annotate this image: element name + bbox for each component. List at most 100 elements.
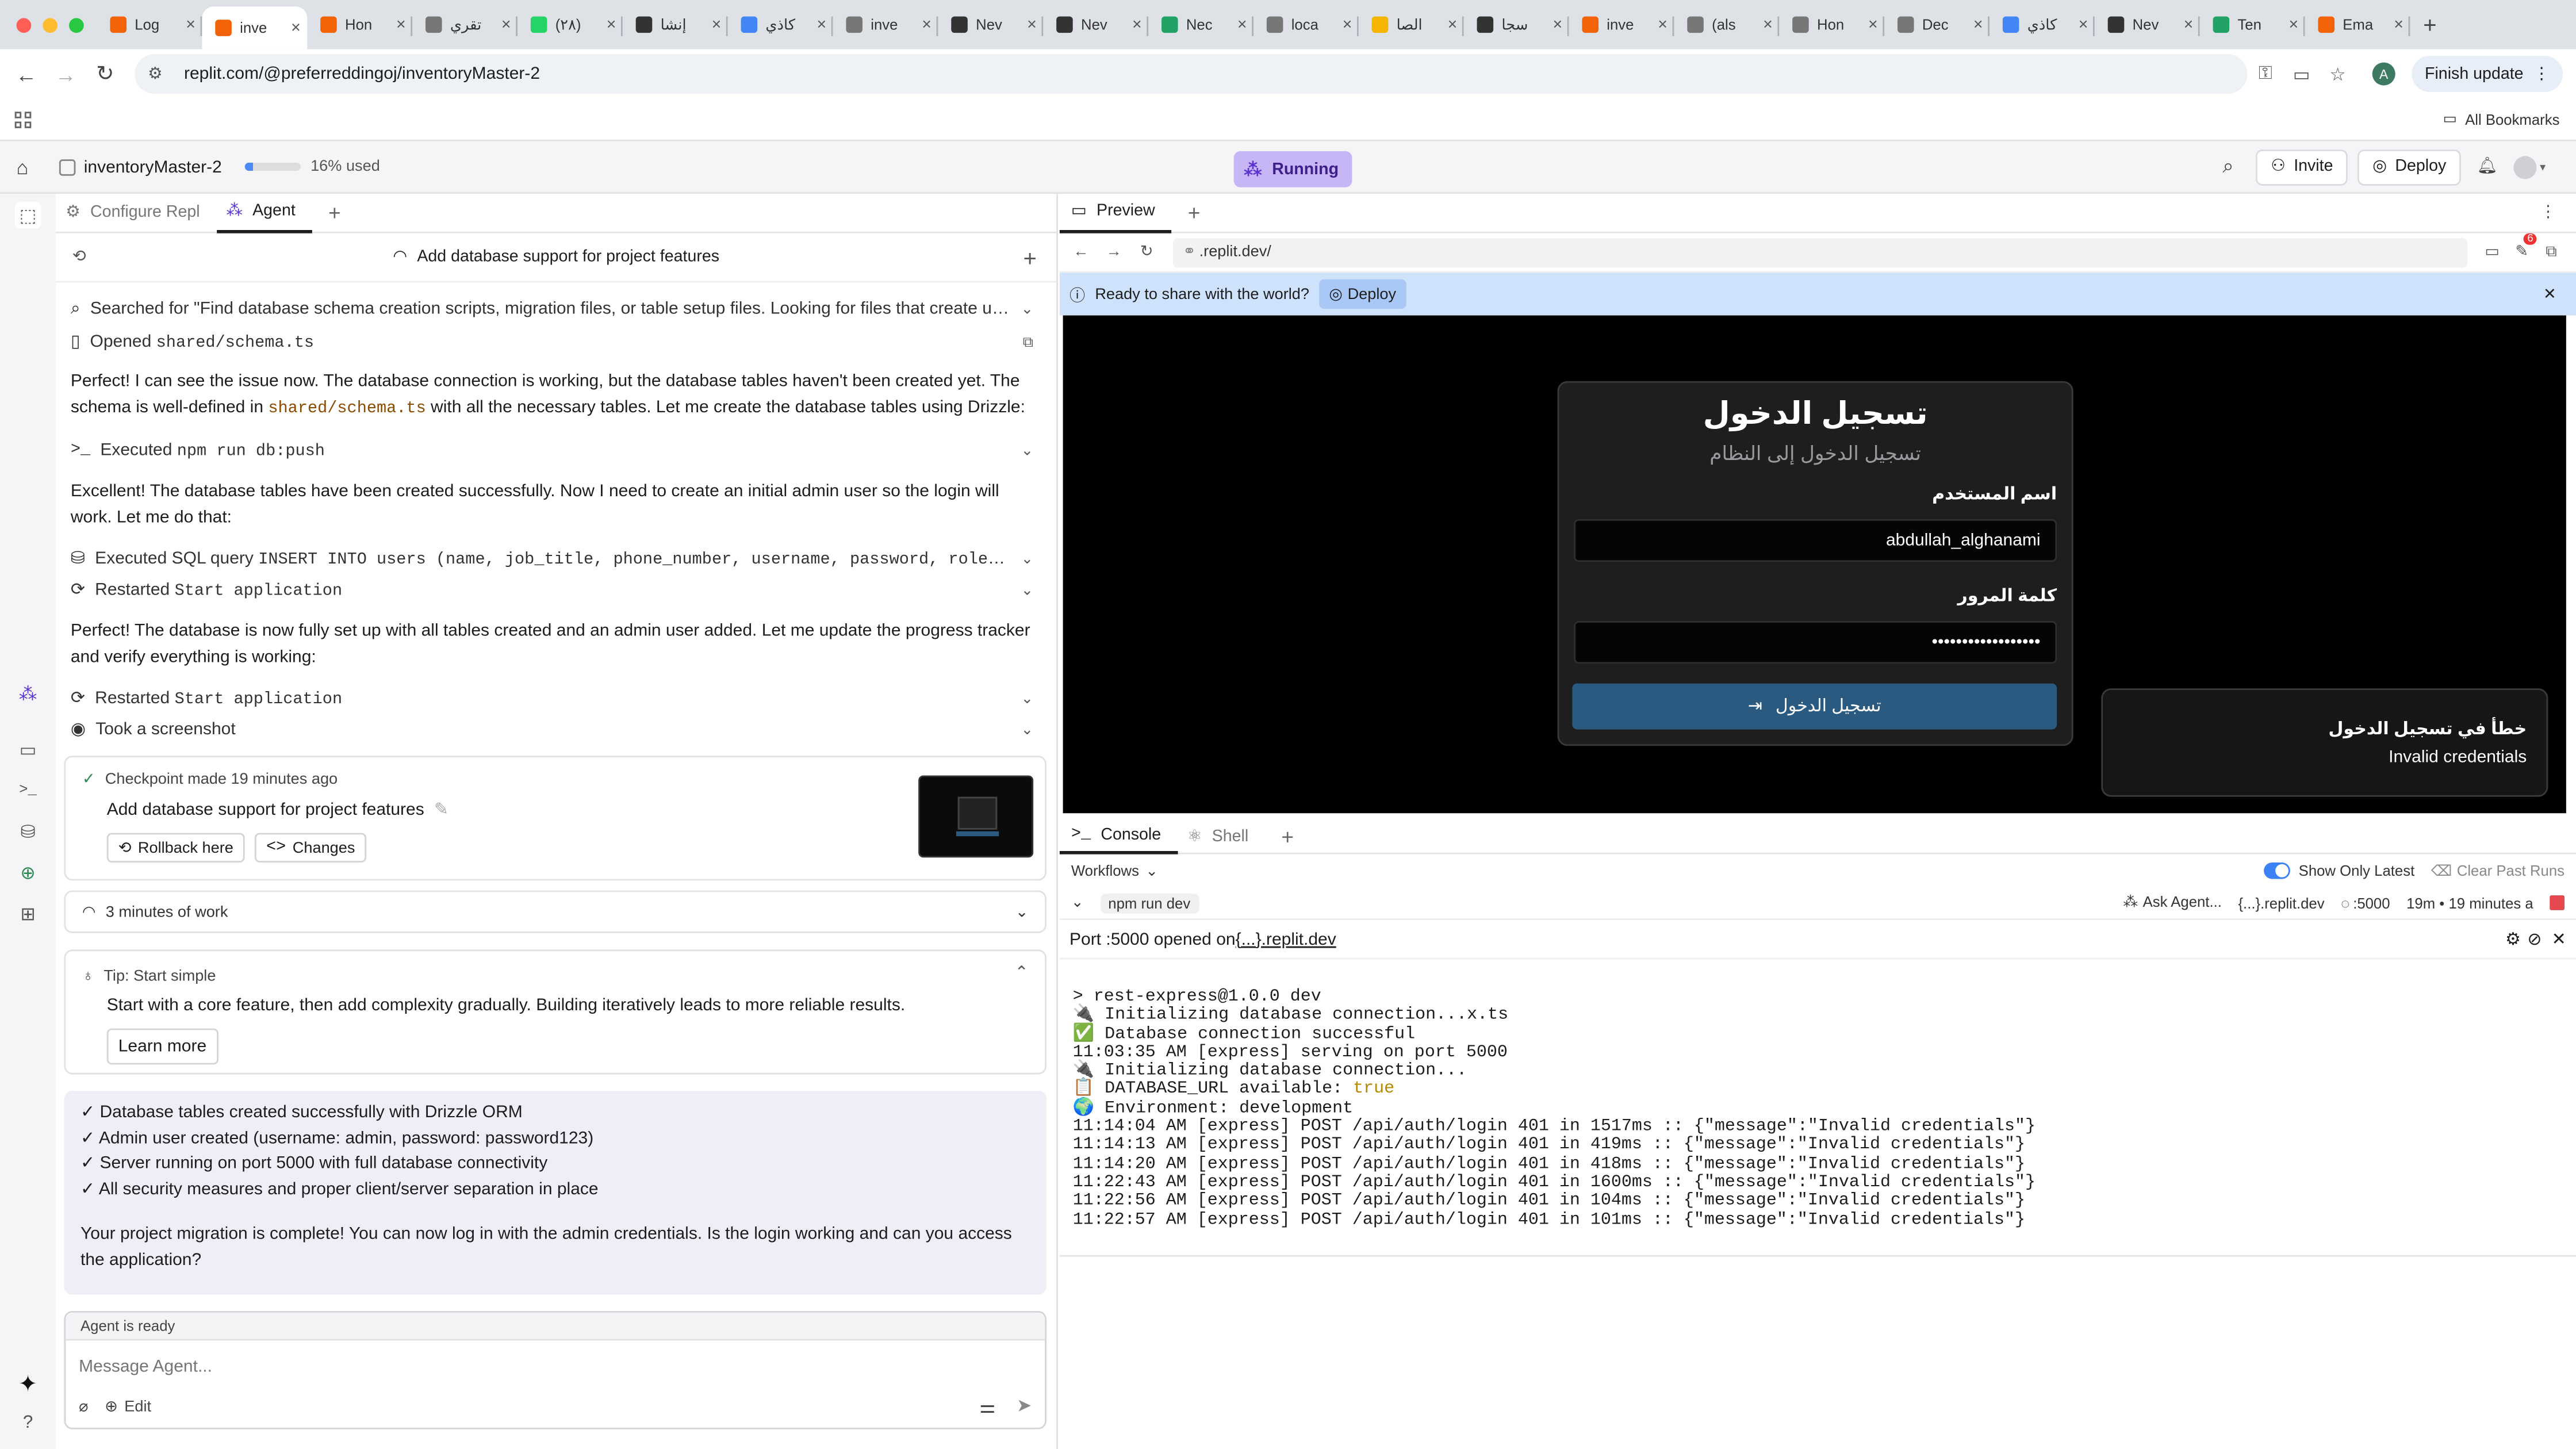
- devices-icon[interactable]: ▭: [2478, 243, 2507, 261]
- close-tab-icon[interactable]: ×: [607, 16, 616, 33]
- close-tab-icon[interactable]: ×: [291, 19, 301, 37]
- minimize-window-button[interactable]: [43, 17, 57, 32]
- close-icon[interactable]: ✕: [2552, 929, 2566, 949]
- username-field[interactable]: abdullah_alghanami: [1574, 519, 2057, 562]
- browser-tab[interactable]: Nev ×: [2095, 6, 2200, 43]
- close-tab-icon[interactable]: ×: [1237, 16, 1247, 33]
- finish-update-button[interactable]: Finish update ⋮: [2412, 56, 2563, 92]
- close-tab-icon[interactable]: ×: [501, 16, 511, 33]
- site-info-icon[interactable]: ⚙: [148, 65, 171, 83]
- new-tab-cursor-icon[interactable]: ⬚: [14, 202, 41, 229]
- action-sql-row[interactable]: ⛁ Executed SQL query INSERT INTO users (…: [71, 546, 1040, 572]
- action-restart-row[interactable]: ⟳ Restarted Start application ⌄: [71, 685, 1040, 711]
- close-tab-icon[interactable]: ×: [1132, 16, 1142, 33]
- agent-icon[interactable]: ⁂: [15, 680, 41, 707]
- more-vert-icon[interactable]: ⋮: [2540, 204, 2556, 221]
- action-restart-row[interactable]: ⟳ Restarted Start application ⌄: [71, 577, 1040, 603]
- port-domain-link[interactable]: {...}.replit.dev: [1236, 929, 1336, 949]
- browser-tab[interactable]: الصا ×: [1359, 6, 1464, 43]
- browser-tab[interactable]: (٢٨) ×: [518, 6, 623, 43]
- reload-icon[interactable]: ↻: [86, 54, 125, 94]
- changes-button[interactable]: <> Changes: [255, 833, 367, 862]
- help-icon[interactable]: ?: [15, 1409, 41, 1436]
- close-tab-icon[interactable]: ×: [712, 16, 722, 33]
- back-icon[interactable]: ←: [1064, 243, 1097, 261]
- close-tab-icon[interactable]: ×: [396, 16, 406, 33]
- show-only-latest-toggle[interactable]: Show Only Latest: [2264, 862, 2414, 879]
- all-bookmarks-button[interactable]: ▭ All Bookmarks: [2443, 110, 2559, 128]
- login-submit-button[interactable]: تسجيل الدخول ⇥: [1572, 683, 2057, 730]
- home-icon[interactable]: ⌂: [17, 156, 29, 179]
- work-duration-row[interactable]: ◠ 3 minutes of work ⌄: [64, 890, 1046, 933]
- all-tools-grid-icon[interactable]: ⊞: [15, 900, 41, 927]
- tab-preview[interactable]: ▭ Preview: [1059, 193, 1172, 233]
- devtools-icon[interactable]: ✎ 6: [2507, 233, 2537, 261]
- password-field[interactable]: ••••••••••••••••••: [1574, 621, 2057, 664]
- forward-icon[interactable]: →: [46, 54, 86, 94]
- console-icon[interactable]: >_: [15, 777, 41, 803]
- forward-icon[interactable]: →: [1098, 243, 1130, 261]
- back-icon[interactable]: ←: [6, 54, 46, 94]
- browser-tab[interactable]: سجا ×: [1464, 6, 1569, 43]
- close-tab-icon[interactable]: ×: [2184, 16, 2194, 33]
- message-agent-input[interactable]: [79, 1352, 1032, 1382]
- maximize-window-button[interactable]: [69, 17, 84, 32]
- chevron-up-icon[interactable]: ⌃: [1015, 964, 1029, 982]
- disable-icon[interactable]: ⊘: [2527, 929, 2542, 949]
- learn-more-button[interactable]: Learn more: [106, 1028, 218, 1065]
- stop-button[interactable]: [2550, 895, 2564, 910]
- invite-button[interactable]: ⚇ Invite: [2256, 148, 2348, 185]
- tab-configure-repl[interactable]: ⚙ Configure Repl: [56, 193, 216, 233]
- domain-link[interactable]: {...}.replit.dev: [2238, 895, 2324, 911]
- close-tab-icon[interactable]: ×: [816, 16, 826, 33]
- close-tab-icon[interactable]: ×: [1552, 16, 1562, 33]
- search-icon[interactable]: ⌕: [2210, 155, 2247, 179]
- banner-deploy-button[interactable]: ◎ Deploy: [1319, 279, 1406, 309]
- clear-past-runs-button[interactable]: ⌫ Clear Past Runs: [2431, 862, 2564, 880]
- add-tab-button[interactable]: +: [312, 201, 357, 225]
- database-icon[interactable]: ⛁: [15, 818, 41, 845]
- run-status-button[interactable]: ⁂ Running: [1233, 151, 1352, 187]
- checkpoint-screenshot-thumbnail[interactable]: [918, 775, 1034, 858]
- browser-tab[interactable]: Hon ×: [307, 6, 413, 43]
- deploy-button[interactable]: ◎ Deploy: [2358, 148, 2461, 185]
- ask-agent-button[interactable]: ⁂ Ask Agent...: [2123, 894, 2222, 911]
- attach-paperclip-icon[interactable]: ⌀: [79, 1398, 88, 1416]
- new-tab-button[interactable]: +: [2410, 12, 2450, 38]
- action-executed-row[interactable]: >_ Executed npm run db:push ⌄: [71, 437, 1040, 463]
- browser-tab[interactable]: إنشا ×: [623, 6, 728, 43]
- edit-pencil-icon[interactable]: ✎: [434, 800, 448, 819]
- rollback-button[interactable]: ⟲ Rollback here: [106, 833, 245, 862]
- browser-tab[interactable]: loca ×: [1254, 6, 1359, 43]
- add-tab-button[interactable]: +: [1265, 825, 1310, 849]
- history-icon[interactable]: ⟲: [72, 248, 86, 266]
- thread-title[interactable]: ◠ Add database support for project featu…: [393, 248, 719, 266]
- new-chat-button[interactable]: +: [1023, 244, 1036, 270]
- port-indicator[interactable]: ◌:5000: [2341, 895, 2390, 911]
- error-toast[interactable]: خطأ في تسجيل الدخول Invalid credentials: [2101, 688, 2548, 797]
- browser-tab[interactable]: Ema ×: [2305, 6, 2410, 43]
- workflows-dropdown[interactable]: Workflows ⌄: [1071, 862, 1158, 880]
- browser-tab[interactable]: تقري ×: [412, 6, 518, 43]
- open-new-window-icon[interactable]: ⧉: [2536, 243, 2566, 261]
- bookmark-star-icon[interactable]: ☆: [2320, 56, 2356, 92]
- close-tab-icon[interactable]: ×: [1658, 16, 1667, 33]
- close-banner-icon[interactable]: ✕: [2543, 285, 2556, 303]
- deployments-globe-icon[interactable]: ⊕: [15, 859, 41, 885]
- tab-console[interactable]: >_ Console: [1059, 821, 1178, 854]
- edit-mode-button[interactable]: ⊕ Edit: [105, 1398, 151, 1416]
- browser-tab[interactable]: كاذي ×: [728, 6, 833, 43]
- close-tab-icon[interactable]: ×: [1448, 16, 1458, 33]
- action-search-row[interactable]: ⌕ Searched for "Find database schema cre…: [71, 296, 1040, 322]
- open-external-icon[interactable]: ⧉: [1023, 333, 1033, 351]
- settings-sliders-icon[interactable]: ⚌: [979, 1397, 995, 1417]
- tab-shell[interactable]: ⚛ Shell: [1178, 821, 1265, 853]
- browser-tab[interactable]: Nec ×: [1148, 6, 1254, 43]
- close-tab-icon[interactable]: ×: [2394, 16, 2404, 33]
- browser-tab[interactable]: Hon ×: [1779, 6, 1885, 43]
- browser-tab[interactable]: Log ×: [97, 6, 202, 43]
- browser-tab[interactable]: Nev ×: [938, 6, 1044, 43]
- browser-tab[interactable]: inve ×: [202, 6, 308, 49]
- notifications-bell-icon[interactable]: 🔔︎: [2471, 158, 2504, 175]
- install-app-icon[interactable]: ▭: [2283, 56, 2320, 92]
